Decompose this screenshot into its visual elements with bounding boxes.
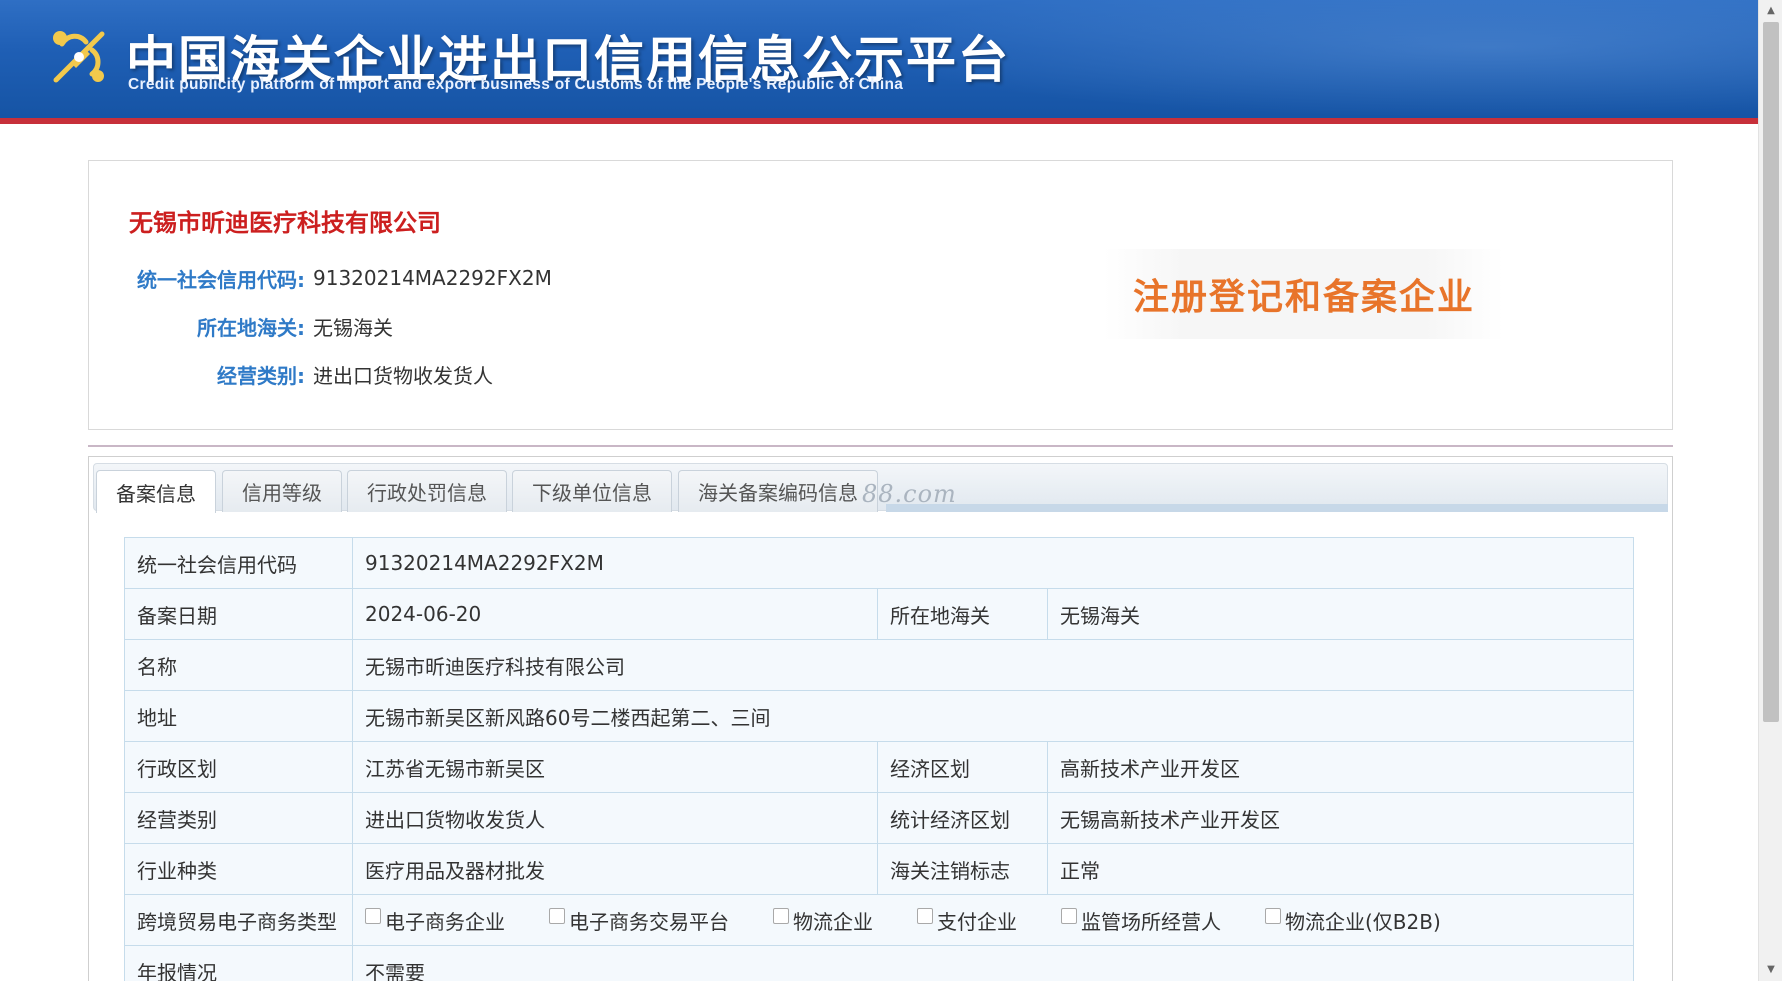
summary-value: 无锡海关 [313,315,393,340]
info-panel: 备案信息 信用等级 行政处罚信息 下级单位信息 海关备案编码信息 88.com … [88,456,1673,981]
scroll-up-arrow-icon[interactable]: ▲ [1759,0,1782,22]
cell-value: 无锡市昕迪医疗科技有限公司 [352,639,1634,691]
table-row: 名称 无锡市昕迪医疗科技有限公司 [124,639,1634,691]
checkbox[interactable] [917,908,933,924]
table-row: 年报情况 不需要 [124,945,1634,981]
table-row: 行政区划 江苏省无锡市新吴区 经济区划 高新技术产业开发区 [124,741,1634,793]
cell-label: 名称 [124,639,353,691]
table-row: 行业种类 医疗用品及器材批发 海关注销标志 正常 [124,843,1634,895]
company-summary-card: 无锡市昕迪医疗科技有限公司 统一社会信用代码: 91320214MA2292FX… [88,160,1673,430]
header-banner: 中国海关企业进出口信用信息公示平台 Credit publicity platf… [0,0,1758,124]
cell-value: 进出口货物收发货人 [352,792,878,844]
company-name: 无锡市昕迪医疗科技有限公司 [129,209,441,237]
checkbox-label: 电子商务交易平台 [569,909,729,934]
cell-label: 跨境贸易电子商务类型 [124,894,353,946]
cell-label: 经济区划 [877,741,1048,793]
checkbox-label: 物流企业(仅B2B) [1285,909,1441,934]
checkbox[interactable] [1061,908,1077,924]
tab-subordinate-info[interactable]: 下级单位信息 [512,470,672,512]
table-row: 经营类别 进出口货物收发货人 统计经济区划 无锡高新技术产业开发区 [124,792,1634,844]
registration-stamp: 注册登记和备案企业 [1104,249,1504,339]
table-row: 地址 无锡市新吴区新风路60号二楼西起第二、三间 [124,690,1634,742]
platform-subtitle: Credit publicity platform of import and … [128,76,904,93]
cell-label: 行业种类 [124,843,353,895]
cell-value: 不需要 [352,945,1634,981]
tab-bar: 备案信息 信用等级 行政处罚信息 下级单位信息 海关备案编码信息 88.com [93,463,1668,513]
cell-value: 医疗用品及器材批发 [352,843,878,895]
checkbox-label: 支付企业 [937,909,1017,934]
cell-label: 统一社会信用代码 [124,537,353,589]
tab-credit-rating[interactable]: 信用等级 [222,470,342,512]
summary-row-customs: 所在地海关: 无锡海关 [89,311,393,341]
tab-customs-code-info[interactable]: 海关备案编码信息 [678,470,878,512]
checkbox[interactable] [1265,908,1281,924]
cell-value: 正常 [1047,843,1634,895]
table-row: 跨境贸易电子商务类型 电子商务企业 电子商务交易平台 物流企业 支付企业 监管场… [124,894,1634,946]
summary-row-business-type: 经营类别: 进出口货物收发货人 [89,359,493,389]
table-row: 统一社会信用代码 91320214MA2292FX2M [124,537,1634,589]
vertical-scrollbar[interactable]: ▲ ▼ [1758,0,1782,981]
cell-value: 无锡海关 [1047,588,1634,640]
scroll-down-arrow-icon[interactable]: ▼ [1759,959,1782,981]
cell-value: 高新技术产业开发区 [1047,741,1634,793]
summary-label: 经营类别: [217,363,305,388]
cell-label: 所在地海关 [877,588,1048,640]
summary-label: 所在地海关: [197,315,305,340]
tab-penalty-info[interactable]: 行政处罚信息 [347,470,507,512]
cell-value: 91320214MA2292FX2M [352,537,1634,589]
cell-label: 统计经济区划 [877,792,1048,844]
stamp-text: 注册登记和备案企业 [1132,277,1475,318]
checkbox-label: 监管场所经营人 [1081,909,1221,934]
section-divider [88,445,1673,447]
cell-label: 海关注销标志 [877,843,1048,895]
cell-value: 无锡高新技术产业开发区 [1047,792,1634,844]
cell-value: 无锡市新吴区新风路60号二楼西起第二、三间 [352,690,1634,742]
customs-emblem-icon [53,31,105,83]
tab-record-info[interactable]: 备案信息 [96,470,216,513]
record-info-table: 统一社会信用代码 91320214MA2292FX2M 备案日期 2024-06… [124,537,1634,981]
checkbox-group: 电子商务企业 电子商务交易平台 物流企业 支付企业 监管场所经营人 物流企业(仅… [365,906,1621,935]
tab-bar-strip [886,504,1668,512]
cell-label: 行政区划 [124,741,353,793]
cell-label: 地址 [124,690,353,742]
cell-value: 2024-06-20 [352,588,878,640]
summary-value: 91320214MA2292FX2M [313,266,552,290]
cell-label: 经营类别 [124,792,353,844]
summary-value: 进出口货物收发货人 [313,363,493,388]
checkbox-logistics-b2b[interactable]: 物流企业(仅B2B) [1265,906,1441,935]
checkbox-ecommerce-platform[interactable]: 电子商务交易平台 [549,906,729,935]
checkbox-label: 物流企业 [793,909,873,934]
checkbox-ecommerce-enterprise[interactable]: 电子商务企业 [365,906,505,935]
checkbox-logistics-enterprise[interactable]: 物流企业 [773,906,873,935]
cell-label: 备案日期 [124,588,353,640]
checkbox-supervised-site-operator[interactable]: 监管场所经营人 [1061,906,1221,935]
summary-label: 统一社会信用代码: [137,267,305,292]
checkbox[interactable] [549,908,565,924]
cell-value: 江苏省无锡市新吴区 [352,741,878,793]
summary-row-credit-code: 统一社会信用代码: 91320214MA2292FX2M [89,263,552,293]
checkbox-payment-enterprise[interactable]: 支付企业 [917,906,1017,935]
cell-label: 年报情况 [124,945,353,981]
checkbox-label: 电子商务企业 [385,909,505,934]
scroll-thumb[interactable] [1763,22,1779,722]
table-row: 备案日期 2024-06-20 所在地海关 无锡海关 [124,588,1634,640]
page: 中国海关企业进出口信用信息公示平台 Credit publicity platf… [0,0,1782,981]
checkbox[interactable] [365,908,381,924]
ecommerce-options: 电子商务企业 电子商务交易平台 物流企业 支付企业 监管场所经营人 物流企业(仅… [352,894,1634,946]
checkbox[interactable] [773,908,789,924]
watermark: 88.com [862,480,957,508]
